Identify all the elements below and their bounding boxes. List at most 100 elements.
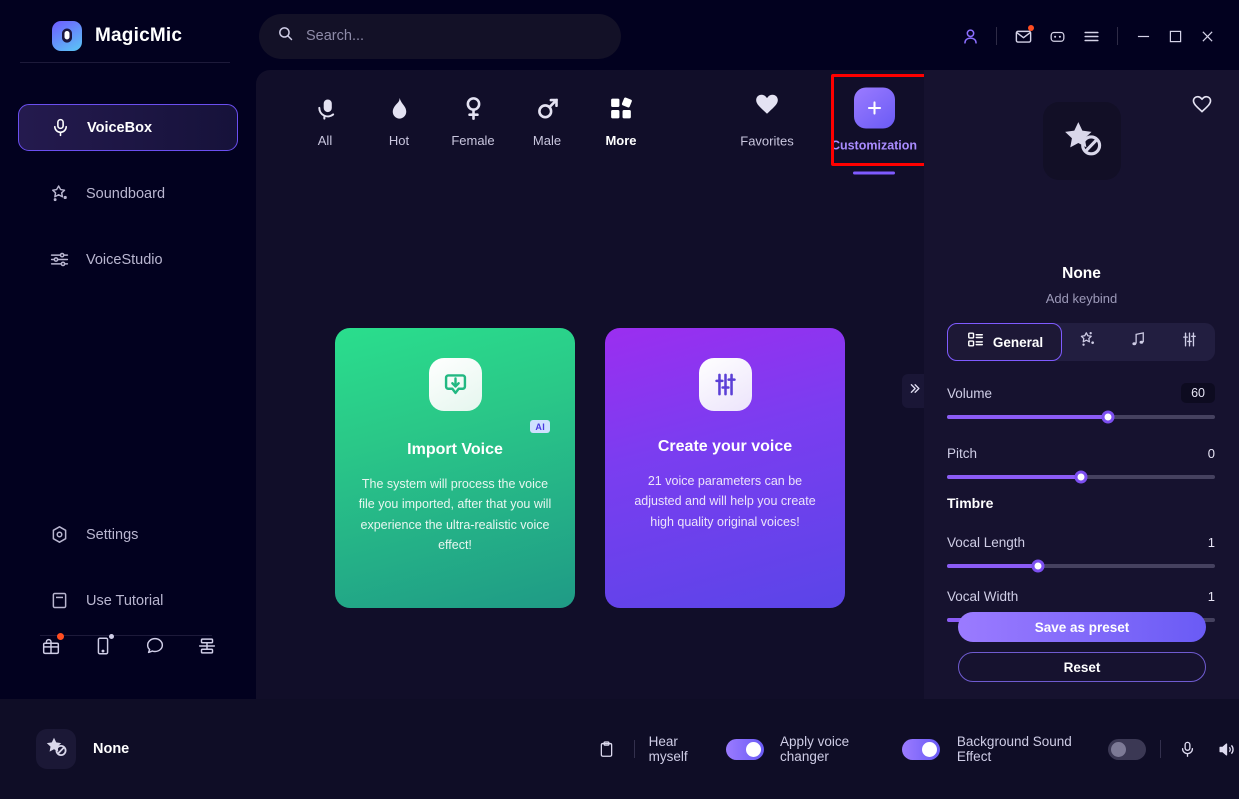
collapse-panel-button[interactable]	[902, 374, 926, 408]
hamburger-menu-icon[interactable]	[1074, 19, 1108, 53]
tab-music[interactable]	[1113, 323, 1164, 361]
slider-fill	[947, 475, 1081, 479]
sidebar-item-settings[interactable]: Settings	[18, 511, 238, 558]
tab-hot[interactable]: Hot	[362, 92, 436, 148]
sidebar-item-voicebox[interactable]: VoiceBox	[18, 104, 238, 151]
magicmic-logo-icon	[52, 21, 82, 51]
gear-icon	[49, 524, 70, 545]
card-description: The system will process the voice file y…	[358, 477, 552, 553]
save-as-preset-button[interactable]: Save as preset	[958, 612, 1206, 642]
tab-more[interactable]: More	[584, 92, 658, 148]
divider	[996, 27, 997, 45]
tab-label: All	[317, 133, 333, 148]
tab-label: Favorites	[740, 133, 794, 149]
reset-button[interactable]: Reset	[958, 652, 1206, 682]
close-icon[interactable]	[1191, 19, 1223, 53]
slider-knob[interactable]	[1074, 470, 1088, 484]
divider	[1117, 27, 1118, 45]
card-title: Import Voice	[407, 441, 503, 458]
apply-voice-changer-label: Apply voice changer	[780, 734, 850, 764]
sidebar-item-soundboard[interactable]: Soundboard	[18, 170, 238, 217]
tab-label: Hot	[388, 133, 410, 148]
speaker-volume-icon[interactable]	[1213, 735, 1239, 763]
slider-label: Pitch	[947, 445, 978, 461]
create-voice-card[interactable]: Create your voice 21 voice parameters ca…	[605, 328, 845, 608]
plus-icon	[853, 87, 895, 129]
user-account-icon[interactable]	[953, 19, 987, 53]
voice-settings-panel: None Add keybind General Volume 60 Pitch…	[924, 70, 1239, 699]
slider-knob[interactable]	[1031, 559, 1045, 573]
equalizer-sliders-icon	[698, 358, 752, 411]
sliders-icon	[49, 249, 70, 270]
slider-value: 1	[1207, 534, 1215, 550]
slider-volume[interactable]: Volume 60	[947, 383, 1215, 424]
voice-creation-cards: AI Import Voice The system will process …	[256, 170, 924, 699]
import-voice-card[interactable]: AI Import Voice The system will process …	[335, 328, 575, 608]
heart-icon	[754, 92, 780, 123]
background-sound-effect-toggle[interactable]	[1107, 738, 1146, 760]
ai-badge: AI	[530, 420, 550, 433]
mobile-device-icon[interactable]	[92, 634, 114, 657]
avatar	[36, 729, 76, 769]
sidebar-item-label: VoiceStudio	[86, 251, 163, 268]
apply-voice-changer-toggle[interactable]	[902, 738, 941, 760]
minimize-icon[interactable]	[1127, 19, 1159, 53]
background-sound-effect-label: Background Sound Effect	[956, 734, 1072, 764]
slider-pitch[interactable]: Pitch 0	[947, 443, 1215, 484]
network-share-icon[interactable]	[196, 635, 218, 657]
sidebar-item-label: Soundboard	[86, 185, 166, 202]
male-symbol-icon	[534, 92, 561, 122]
tab-male[interactable]: Male	[510, 92, 584, 148]
slider-label: Vocal Length	[947, 534, 1026, 550]
tab-favorites[interactable]: Favorites	[730, 92, 804, 149]
tab-all[interactable]: All	[288, 92, 362, 148]
category-tab-bar: All Hot Female Male More Favorites Custo…	[256, 70, 929, 175]
magicmic-window: MagicMic Search... VoiceBox Soundboard V…	[0, 0, 1239, 799]
discord-icon[interactable]	[1040, 19, 1074, 53]
chat-bubble-icon[interactable]	[144, 635, 166, 657]
tab-general[interactable]: General	[947, 323, 1062, 361]
search-input[interactable]	[306, 28, 603, 44]
microphone-icon[interactable]	[1175, 735, 1201, 763]
slider-value: 1	[1207, 588, 1215, 604]
tab-female[interactable]: Female	[436, 92, 510, 148]
notification-badge	[57, 633, 64, 640]
tab-equalizer[interactable]	[1164, 323, 1215, 361]
titlebar-actions	[953, 0, 1223, 72]
divider	[1159, 740, 1161, 758]
slider-track[interactable]	[947, 410, 1215, 424]
slider-fill	[947, 415, 1108, 419]
equalizer-icon	[1180, 330, 1199, 354]
maximize-icon[interactable]	[1159, 19, 1191, 53]
tab-customization[interactable]: Customization	[826, 87, 922, 175]
sidebar-item-use-tutorial[interactable]: Use Tutorial	[18, 577, 238, 624]
slider-track[interactable]	[947, 559, 1215, 573]
status-dot	[109, 634, 114, 639]
hear-myself-toggle[interactable]	[725, 738, 764, 760]
slider-vocal-length[interactable]: Vocal Length 1	[947, 532, 1215, 573]
avatar	[1042, 102, 1121, 180]
gift-box-icon[interactable]	[40, 633, 64, 657]
tab-effects[interactable]	[1062, 323, 1113, 361]
favorite-toggle[interactable]	[1191, 93, 1213, 120]
search-icon	[277, 25, 294, 47]
add-keybind-button[interactable]: Add keybind	[924, 291, 1239, 306]
flame-icon	[386, 92, 413, 122]
sidebar-top-divider	[20, 62, 230, 63]
sidebar-item-label: Settings	[86, 526, 139, 543]
bottom-bar: None Hear myself Apply voice changer Bac…	[0, 699, 1239, 799]
slider-knob[interactable]	[1101, 410, 1115, 424]
magic-wand-icon	[49, 183, 70, 204]
slider-track[interactable]	[947, 470, 1215, 484]
current-voice[interactable]: None	[36, 729, 266, 769]
tab-label: Male	[532, 133, 562, 148]
slider-fill	[947, 564, 1039, 568]
search-bar[interactable]	[259, 13, 621, 59]
clipboard-icon[interactable]	[594, 735, 620, 763]
timbre-section-title: Timbre	[947, 495, 994, 511]
mail-envelope-icon[interactable]	[1006, 19, 1040, 53]
tab-label: More	[605, 133, 637, 148]
tab-label: Customization	[830, 138, 918, 153]
card-description: 21 voice parameters can be adjusted and …	[634, 474, 816, 529]
sidebar-item-voicestudio[interactable]: VoiceStudio	[18, 236, 238, 283]
